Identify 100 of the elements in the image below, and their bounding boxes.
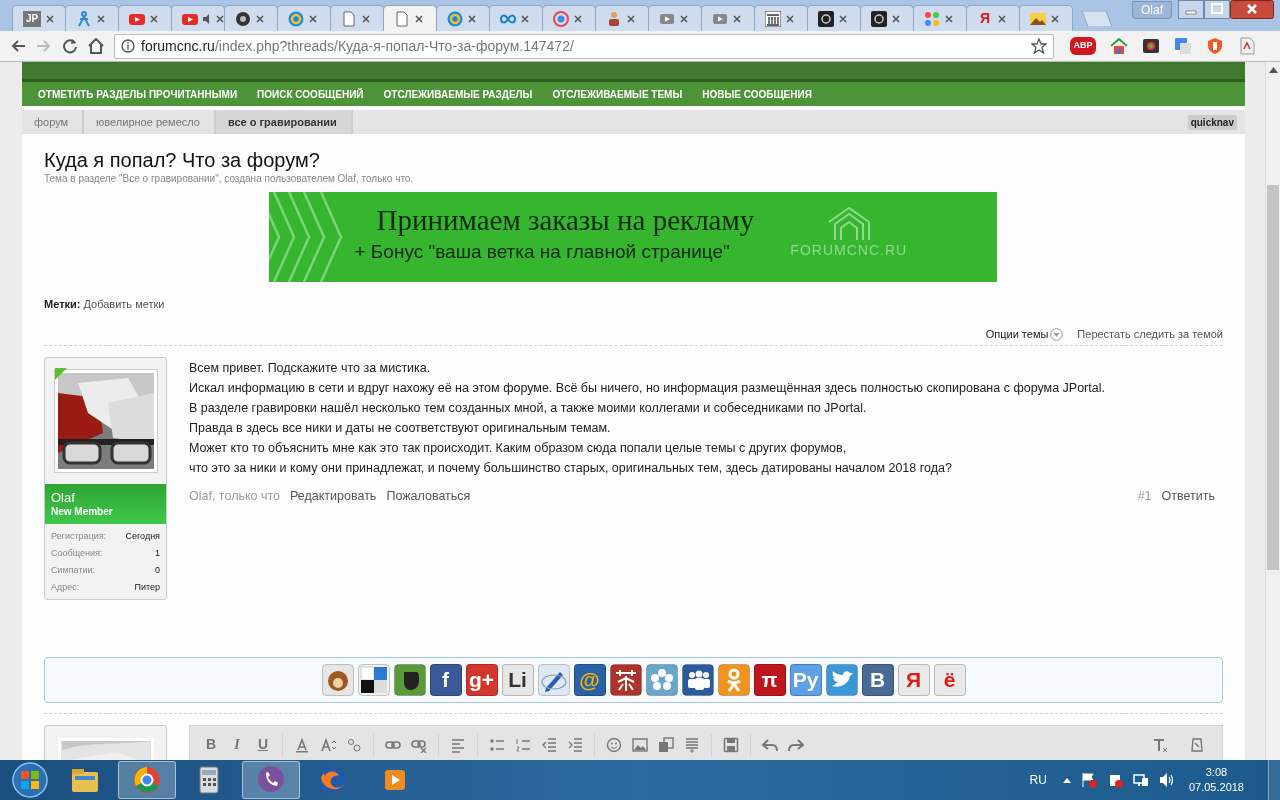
close-icon[interactable] xyxy=(627,14,635,23)
share-button[interactable]: g+ xyxy=(465,663,498,696)
close-icon[interactable] xyxy=(46,14,54,23)
share-button[interactable]: @ xyxy=(573,663,606,696)
close-icon[interactable] xyxy=(1051,14,1059,23)
close-icon[interactable] xyxy=(839,14,847,23)
flag-icon[interactable] xyxy=(1080,772,1097,788)
indent-icon[interactable] xyxy=(567,736,583,753)
smiley-icon[interactable] xyxy=(606,736,622,753)
share-icon[interactable] xyxy=(357,663,390,696)
post-date-link[interactable]: Olaf, только что xyxy=(189,486,281,506)
volume-icon[interactable] xyxy=(1158,772,1175,788)
font-size-icon[interactable] xyxy=(320,736,336,753)
share-button[interactable]: ё xyxy=(933,663,966,696)
quicknav-link[interactable]: quicknav xyxy=(1187,114,1237,130)
share-icon[interactable] xyxy=(681,663,714,696)
network-icon[interactable] xyxy=(1132,772,1149,788)
thread-options-link[interactable]: Опции темы xyxy=(985,325,1064,343)
save-icon[interactable] xyxy=(723,736,739,753)
close-icon[interactable] xyxy=(786,14,794,23)
add-tags-link[interactable]: Добавить метки xyxy=(83,296,165,313)
share-icon[interactable] xyxy=(537,663,570,696)
outdent-icon[interactable] xyxy=(541,736,557,753)
unwatch-thread-link[interactable]: Перестать следить за темой xyxy=(1077,325,1223,343)
post-number-link[interactable]: #1 xyxy=(1137,486,1152,506)
reply-link[interactable]: Ответить xyxy=(1161,486,1215,506)
clock[interactable]: 3:08 07.05.2018 xyxy=(1188,765,1244,795)
scrollbar[interactable] xyxy=(1265,62,1280,760)
nav-link[interactable]: ОТСЛЕЖИВАЕМЫЕ РАЗДЕЛЫ xyxy=(383,86,533,102)
shield-icon[interactable] xyxy=(1206,37,1224,55)
close-button[interactable] xyxy=(1230,0,1274,19)
browser-tab[interactable] xyxy=(860,5,914,31)
scrollbar-thumb[interactable] xyxy=(1267,185,1279,570)
browser-tab[interactable]: JP xyxy=(12,5,66,31)
font-icon[interactable] xyxy=(346,736,362,753)
browser-tab[interactable] xyxy=(171,5,225,31)
close-icon[interactable] xyxy=(150,14,158,23)
adblock-button[interactable]: ABP xyxy=(1070,37,1096,55)
reload-icon[interactable] xyxy=(62,38,78,54)
language-indicator[interactable]: RU xyxy=(1029,771,1047,789)
house-icon[interactable] xyxy=(1110,37,1128,55)
photo-icon[interactable] xyxy=(1142,37,1160,55)
post-action-link[interactable]: Редактировать xyxy=(290,486,377,506)
browser-tab[interactable] xyxy=(224,5,278,31)
share-button[interactable]: f xyxy=(429,663,462,696)
document-icon[interactable] xyxy=(1238,37,1256,55)
close-icon[interactable] xyxy=(521,14,529,23)
media-icon[interactable] xyxy=(658,736,674,753)
nav-link[interactable]: ОТМЕТИТЬ РАЗДЕЛЫ ПРОЧИТАННЫМИ xyxy=(38,86,238,102)
taskbar-button[interactable] xyxy=(118,761,176,799)
advertisement-banner[interactable]: Принимаем заказы на рекламу + Бонус "ваша ветка на главной странице" FORUMCNC.RU xyxy=(268,192,997,282)
clear-format-icon[interactable] xyxy=(1152,736,1168,753)
browser-tab[interactable] xyxy=(754,5,808,31)
minimize-button[interactable] xyxy=(1178,0,1204,19)
format-button[interactable]: I xyxy=(226,733,248,756)
bulleted-list-icon[interactable] xyxy=(489,736,505,753)
address-bar[interactable]: forumcnc.ru/index.php?threads/Куда-я-попал-Что-за-форум.147472/ xyxy=(114,33,1054,59)
share-button[interactable]: Py xyxy=(789,663,822,696)
nav-link[interactable]: НОВЫЕ СООБЩЕНИЯ xyxy=(702,86,812,102)
share-button[interactable]: В xyxy=(861,663,894,696)
user-name[interactable]: Olaf xyxy=(51,489,160,505)
translate-icon[interactable] xyxy=(1174,37,1192,55)
undo-icon[interactable] xyxy=(762,736,778,753)
browser-tab[interactable] xyxy=(807,5,861,31)
close-icon[interactable] xyxy=(309,14,317,23)
format-button[interactable]: U xyxy=(252,733,274,756)
share-icon[interactable] xyxy=(393,663,426,696)
show-hidden-icon[interactable] xyxy=(1062,777,1071,783)
source-icon[interactable] xyxy=(1188,736,1204,753)
post-action-link[interactable]: Пожаловаться xyxy=(386,486,471,506)
share-icon[interactable] xyxy=(609,663,642,696)
close-icon[interactable] xyxy=(415,14,423,23)
close-icon[interactable] xyxy=(256,14,264,23)
numbered-list-icon[interactable] xyxy=(515,736,531,753)
share-button[interactable]: Li xyxy=(501,663,534,696)
share-button[interactable]: Я xyxy=(897,663,930,696)
close-icon[interactable] xyxy=(892,14,900,23)
close-icon[interactable] xyxy=(362,14,370,23)
back-icon[interactable] xyxy=(10,38,26,54)
close-icon[interactable] xyxy=(680,14,688,23)
star-icon[interactable] xyxy=(1031,38,1047,54)
image-icon[interactable] xyxy=(632,736,648,753)
show-desktop-button[interactable] xyxy=(1268,760,1280,800)
text-color-icon[interactable] xyxy=(294,736,310,753)
close-icon[interactable] xyxy=(945,14,953,23)
format-button[interactable]: B xyxy=(200,733,222,756)
close-icon[interactable] xyxy=(216,14,224,23)
browser-tab[interactable]: Я xyxy=(966,5,1020,31)
template-icon[interactable] xyxy=(684,736,700,753)
maximize-button[interactable] xyxy=(1204,0,1230,19)
close-icon[interactable] xyxy=(97,14,105,23)
close-icon[interactable] xyxy=(574,14,582,23)
close-icon[interactable] xyxy=(733,14,741,23)
scroll-up-icon[interactable] xyxy=(1268,67,1278,73)
share-button[interactable]: π xyxy=(753,663,786,696)
redo-icon[interactable] xyxy=(788,736,804,753)
nav-link[interactable]: ПОИСК СООБЩЕНИЙ xyxy=(257,86,364,102)
breadcrumb-link[interactable]: форум xyxy=(22,110,85,134)
close-icon[interactable] xyxy=(468,14,476,23)
close-icon[interactable] xyxy=(998,14,1006,23)
